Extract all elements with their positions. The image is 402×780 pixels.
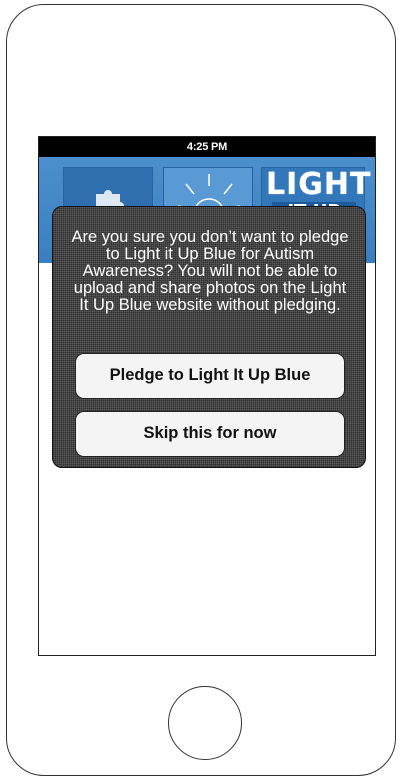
logo-line-light: LIGHT bbox=[266, 167, 372, 202]
status-time: 4:25 PM bbox=[186, 141, 228, 153]
pledge-button[interactable]: Pledge to Light It Up Blue bbox=[75, 353, 345, 399]
home-button[interactable] bbox=[168, 686, 242, 760]
pledge-confirm-dialog: Are you sure you don’t want to pledge to… bbox=[52, 206, 366, 468]
status-bar: 4:25 PM bbox=[39, 137, 375, 157]
dialog-message: Are you sure you don’t want to pledge to… bbox=[71, 228, 349, 314]
skip-button[interactable]: Skip this for now bbox=[75, 411, 345, 457]
